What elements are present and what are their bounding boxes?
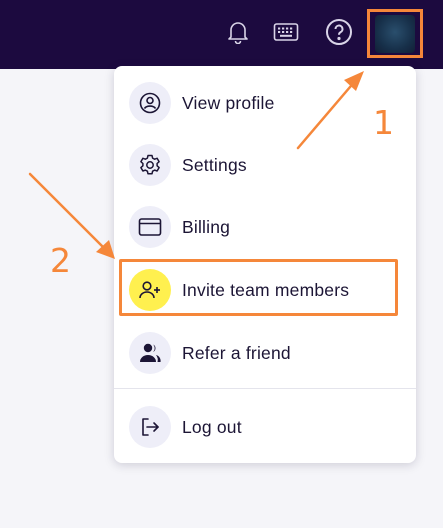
avatar xyxy=(375,14,415,53)
help-icon[interactable] xyxy=(325,18,353,46)
menu-item-label: Log out xyxy=(182,416,242,437)
user-plus-icon xyxy=(129,269,171,311)
menu-item-log-out[interactable]: Log out xyxy=(114,396,416,458)
menu-item-label: View profile xyxy=(182,92,275,113)
menu-divider xyxy=(114,388,416,389)
menu-item-invite-team-members[interactable]: Invite team members xyxy=(114,259,416,321)
arrow-head-2 xyxy=(96,240,115,259)
annotation-step-1: 1 xyxy=(373,103,394,142)
menu-item-label: Invite team members xyxy=(182,279,350,300)
menu-item-billing[interactable]: Billing xyxy=(114,196,416,258)
account-dropdown-menu: View profile Settings Billing Invite tea… xyxy=(114,66,416,463)
menu-item-label: Billing xyxy=(182,216,231,237)
menu-item-label: Refer a friend xyxy=(182,342,291,363)
gear-icon xyxy=(129,144,171,186)
user-circle-icon xyxy=(129,82,171,124)
menu-item-refer-a-friend[interactable]: Refer a friend xyxy=(114,322,416,384)
top-navigation-bar xyxy=(0,0,443,69)
logout-icon xyxy=(129,406,171,448)
users-icon xyxy=(129,332,171,374)
menu-item-settings[interactable]: Settings xyxy=(114,134,416,196)
annotation-step-2: 2 xyxy=(50,241,71,280)
bell-icon[interactable] xyxy=(224,18,252,46)
card-icon xyxy=(129,206,171,248)
keyboard-icon[interactable] xyxy=(272,18,300,46)
menu-item-label: Settings xyxy=(182,154,247,175)
account-avatar-button[interactable] xyxy=(367,9,423,58)
menu-item-view-profile[interactable]: View profile xyxy=(114,72,416,134)
